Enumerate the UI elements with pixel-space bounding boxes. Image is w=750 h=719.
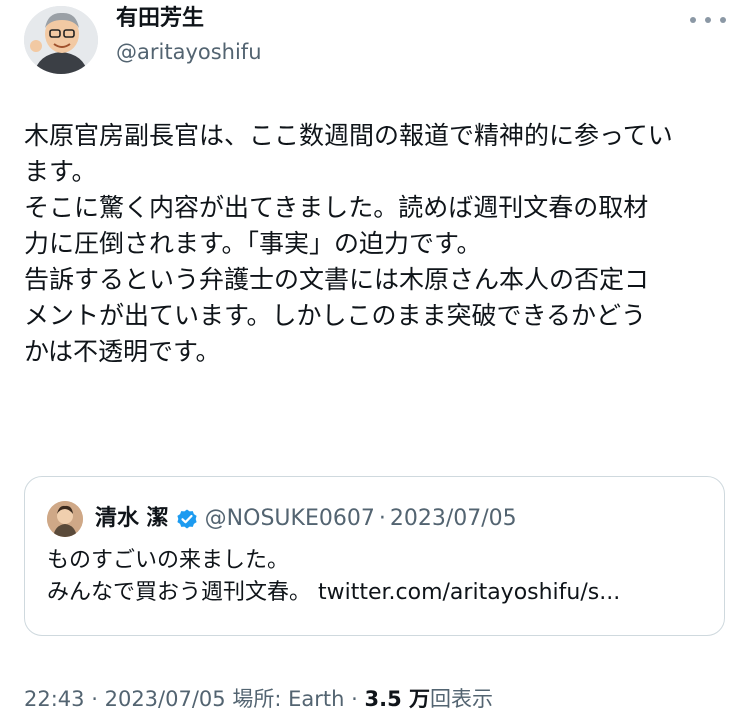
location-value: Earth [288, 687, 345, 711]
location-label: 場所: [232, 687, 282, 711]
tweet-text-line: 力に圧倒されます。「事実」の迫力です。 [24, 229, 482, 258]
tweet-text-line: ます。 [24, 157, 97, 186]
quote-text-line: みんなで買おう週刊文春。 twitter.com/aritayoshifu/s.… [47, 580, 621, 605]
more-horizontal-icon [690, 17, 696, 23]
quote-date[interactable]: 2023/07/05 [390, 504, 517, 534]
more-horizontal-icon [720, 17, 726, 23]
quote-author-avatar[interactable] [47, 501, 83, 537]
author-handle[interactable]: @aritayoshifu [116, 38, 262, 66]
tweet-text-line: 木原官房副長官は、ここ数週間の報道で精神的に参ってい [24, 121, 673, 150]
views-count: 3.5 万 [364, 687, 430, 711]
author-avatar[interactable] [24, 6, 98, 74]
views-label: 回表示 [430, 687, 493, 711]
tweet-text-line: かは不透明です。 [24, 337, 221, 366]
tweet-date[interactable]: 2023/07/05 [105, 687, 226, 711]
tweet-text-line: そこに驚く内容が出てきました。読めば週刊文春の取材 [24, 193, 649, 222]
more-options-button[interactable] [690, 10, 726, 30]
quote-author-name[interactable]: 清水 潔 [95, 504, 169, 534]
tweet-text-line: メントが出ています。しかしこのまま突破できるかどう [24, 301, 647, 330]
more-horizontal-icon [705, 17, 711, 23]
author-name[interactable]: 有田芳生 [116, 5, 204, 33]
verified-badge-icon [177, 509, 197, 529]
tweet-text-line: 告訴するという弁護士の文書には木原さん本人の否定コ [24, 265, 650, 294]
separator-dot: · [378, 506, 386, 531]
separator-dot: · [351, 687, 358, 711]
tweet-time[interactable]: 22:43 [24, 687, 85, 711]
tweet-metadata: 22:43 · 2023/07/05 場所: Earth · 3.5 万回表示 [24, 684, 493, 714]
tweet-text: 木原官房副長官は、ここ数週間の報道で精神的に参ってい ます。 そこに驚く内容が出… [24, 118, 734, 370]
quote-text: ものすごいの来ました。 みんなで買おう週刊文春。 twitter.com/ari… [47, 545, 620, 609]
quote-author-handle[interactable]: @NOSUKE0607 [205, 504, 375, 534]
separator-dot: · [91, 687, 98, 711]
quote-text-line: ものすごいの来ました。 [47, 548, 290, 573]
quote-tweet-card[interactable]: 清水 潔 @NOSUKE0607 · 2023/07/05 ものすごいの来ました… [24, 476, 725, 636]
quote-header: 清水 潔 @NOSUKE0607 · 2023/07/05 [95, 504, 517, 534]
